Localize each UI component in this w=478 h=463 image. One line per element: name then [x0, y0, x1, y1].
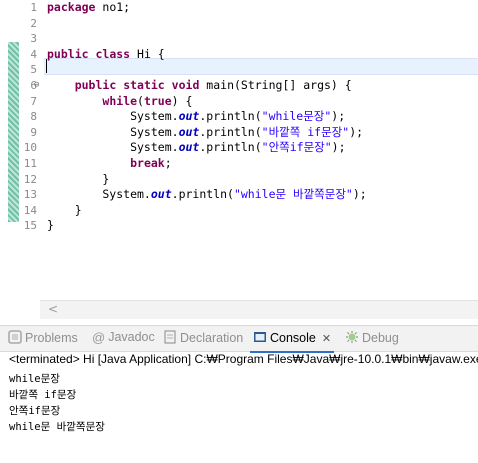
code-text: System.: [47, 124, 179, 139]
tab-problems[interactable]: Problems: [8, 330, 78, 348]
line-number: 11: [23, 157, 37, 170]
code-line: System.out.println("while문 바깥쪽문장");: [47, 187, 367, 203]
code-text: );: [349, 124, 364, 139]
line-number: 14: [23, 203, 37, 217]
code-text: Hi {: [130, 46, 165, 61]
code-keyword: public: [74, 78, 117, 92]
code-text: .println(: [199, 109, 262, 124]
code-static-field: out: [150, 187, 172, 202]
code-text: .println(: [199, 140, 262, 155]
tab-label: Console: [270, 330, 316, 345]
javadoc-icon: @: [92, 330, 106, 346]
code-text: no1;: [95, 0, 131, 14]
code-keyword: class: [95, 46, 131, 61]
views-tab-bar: Problems @ Javadoc Declaration Console ✕ D…: [0, 325, 478, 353]
code-text: );: [331, 140, 346, 155]
code-string: "while문 바깥쪽문장": [233, 187, 353, 202]
code-text: );: [331, 109, 346, 124]
code-line: }: [47, 172, 109, 188]
code-text: .println(: [199, 124, 262, 139]
code-line: System.out.println("안쪽if문장");: [47, 140, 346, 156]
code-text: }: [47, 202, 82, 217]
tab-console[interactable]: Console ✕: [249, 330, 335, 353]
code-static-field: out: [178, 124, 200, 139]
code-line: package no1;: [47, 0, 130, 16]
tab-label: Javadoc: [108, 330, 155, 344]
scroll-left-arrow-icon[interactable]: <: [48, 302, 58, 316]
tab-debug[interactable]: Debug: [345, 330, 399, 348]
code-text: }: [47, 171, 110, 186]
code-text: }: [47, 218, 54, 233]
tab-label: Debug: [362, 330, 399, 345]
code-keyword: break: [130, 156, 165, 170]
horizontal-scrollbar[interactable]: <: [40, 300, 478, 319]
console-output-line: 안쪽if문장: [9, 405, 61, 417]
code-text: (: [137, 93, 144, 108]
line-number: 4: [30, 47, 37, 61]
line-number: 15: [23, 219, 37, 233]
code-line: break;: [47, 156, 172, 172]
code-keyword: while: [102, 93, 138, 108]
line-number: 12: [23, 172, 37, 186]
line-number: 3: [30, 32, 37, 46]
code-static-field: out: [178, 109, 200, 124]
declaration-icon: [163, 330, 177, 347]
code-text: ;: [164, 156, 172, 170]
code-keyword: public: [47, 46, 89, 61]
fold-collapse-icon[interactable]: ⊖: [34, 78, 39, 93]
console-output-line: 바깥쪽 if문장: [9, 389, 77, 401]
change-indicator-bar: [8, 42, 19, 222]
code-line: public class Hi {: [47, 47, 165, 63]
tab-label: Declaration: [180, 330, 244, 345]
line-number: 2: [30, 16, 37, 30]
line-number: 5: [30, 63, 37, 77]
code-line: System.out.println("바깥쪽 if문장");: [47, 125, 363, 141]
console-status-line: <terminated> Hi [Java Application] C:₩Pr…: [9, 352, 478, 366]
line-number: 7: [30, 94, 37, 108]
code-line: public static void main(String[] args) {: [47, 78, 352, 94]
code-line: System.out.println("while문장");: [47, 109, 345, 125]
console-icon: [253, 330, 267, 347]
line-number: 1: [30, 1, 37, 14]
problems-icon: [8, 330, 22, 347]
code-text: System.: [47, 140, 179, 155]
code-keyword: true: [143, 93, 172, 108]
code-keyword: static: [123, 78, 165, 92]
code-text: ) {: [171, 93, 193, 108]
code-string: "안쪽if문장": [261, 140, 332, 155]
line-number: 13: [23, 188, 37, 202]
tab-javadoc[interactable]: @ Javadoc: [92, 330, 155, 348]
code-text: .println(: [171, 187, 234, 202]
code-string: "바깥쪽 if문장": [261, 124, 350, 139]
line-number: 10: [23, 141, 37, 155]
code-line: }: [47, 218, 54, 234]
code-text: System.: [47, 109, 179, 124]
code-static-field: out: [178, 140, 200, 155]
debug-icon: [345, 330, 359, 347]
console-output-line: while문장: [9, 373, 60, 385]
code-line: while(true) {: [47, 94, 192, 110]
code-text: System.: [47, 187, 151, 202]
close-icon[interactable]: ✕: [322, 333, 331, 345]
code-text: main(String[] args) {: [199, 78, 352, 92]
line-number: 8: [30, 110, 37, 124]
tab-label: Problems: [25, 330, 78, 345]
code-keyword: void: [171, 78, 200, 92]
line-number: 9: [30, 125, 37, 139]
code-string: "while문장": [261, 109, 332, 124]
code-line: }: [47, 203, 82, 219]
tab-declaration[interactable]: Declaration: [163, 330, 243, 348]
code-text: );: [352, 187, 367, 202]
console-output-line: while문 바깥쪽문장: [9, 421, 105, 433]
code-editor[interactable]: 1 2 3 4 5 6 7 8 9 10 11 12 13 14 15 ⊖ package no1; public…: [0, 0, 478, 322]
code-keyword: package: [47, 0, 96, 14]
